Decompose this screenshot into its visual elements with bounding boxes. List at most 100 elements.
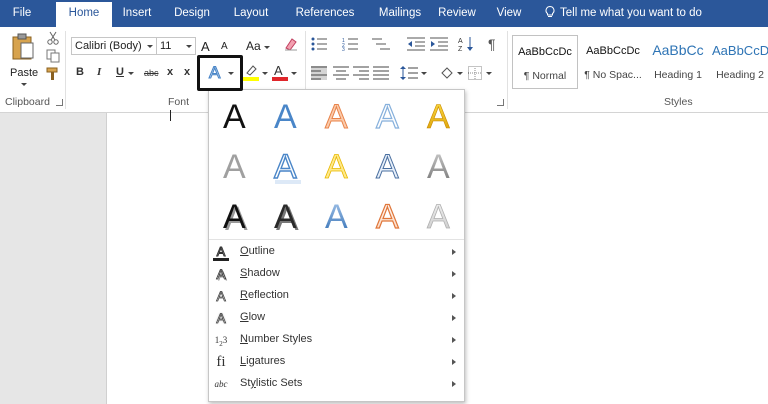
text-effect-option[interactable]: A [415, 140, 466, 190]
text-effect-option[interactable]: A [415, 90, 466, 140]
style-name: Heading 1 [654, 69, 702, 81]
shrink-font-button[interactable]: A [221, 41, 228, 52]
show-formatting-marks-icon[interactable]: ¶ [488, 36, 496, 52]
text-effect-option[interactable]: A [415, 190, 466, 240]
borders-icon[interactable] [468, 66, 482, 80]
font-color-icon[interactable]: A [272, 63, 288, 81]
highlight-color-icon[interactable] [243, 63, 259, 81]
tell-me-box[interactable]: Tell me what you want to do [545, 0, 702, 27]
submenu-arrow-icon [452, 381, 456, 387]
text-effect-option[interactable]: AA [211, 190, 262, 240]
font-family-value: Calibri (Body) [75, 40, 142, 52]
menu-item-reflection[interactable]: A Reflection [209, 285, 464, 307]
strikethrough-button[interactable]: abc [144, 68, 159, 78]
subscript-button[interactable]: x [167, 66, 173, 78]
lightbulb-icon [545, 6, 555, 17]
align-right-icon[interactable] [353, 66, 369, 80]
numbering-icon[interactable]: 123 [342, 37, 362, 51]
clear-formatting-icon[interactable] [283, 36, 299, 52]
menu-item-label: Shadow [240, 267, 280, 279]
menu-item-number-styles[interactable]: 123 Number Styles [209, 329, 464, 351]
submenu-arrow-icon [452, 359, 456, 365]
text-effect-option[interactable]: A [211, 140, 262, 190]
menu-item-stylistic-sets[interactable]: abc Stylistic Sets [209, 373, 464, 395]
text-effect-option[interactable]: A [364, 190, 415, 240]
align-center-icon[interactable] [333, 66, 349, 80]
svg-text:A: A [427, 198, 450, 233]
text-effect-option[interactable]: A [211, 90, 262, 140]
tab-home[interactable]: Home [56, 2, 112, 27]
tab-insert[interactable]: Insert [114, 0, 160, 27]
style-no-spacing[interactable]: AaBbCcDc ¶ No Spac... [580, 35, 646, 89]
paste-button[interactable]: Paste [6, 31, 40, 87]
menu-item-outline[interactable]: A Outline [209, 241, 464, 263]
paragraph-launcher-icon[interactable] [497, 99, 504, 106]
italic-button[interactable]: I [97, 66, 101, 78]
tell-me-text: Tell me what you want to do [560, 7, 702, 19]
menu-item-label: Reflection [240, 289, 289, 301]
ligatures-icon: fi [216, 354, 226, 370]
tab-view[interactable]: View [488, 0, 530, 27]
menu-item-label: Glow [240, 311, 266, 323]
tab-mailings[interactable]: Mailings [367, 0, 433, 27]
style-preview: AaBbCcDc [586, 45, 640, 57]
svg-text:A: A [325, 198, 348, 233]
grow-font-button[interactable]: A [201, 39, 210, 54]
format-painter-icon[interactable] [46, 67, 60, 81]
svg-text:A: A [376, 98, 399, 133]
menu-item-ligatures[interactable]: fi Ligatures [209, 351, 464, 373]
menu-item-label: Number Styles [240, 333, 313, 345]
line-spacing-icon[interactable] [400, 65, 418, 81]
group-separator [507, 31, 508, 109]
text-effect-option[interactable]: A [364, 140, 415, 190]
submenu-arrow-icon [452, 315, 456, 321]
underline-button[interactable]: U [116, 66, 124, 78]
tab-references[interactable]: References [283, 0, 367, 27]
tab-review[interactable]: Review [432, 0, 482, 27]
text-effect-option[interactable]: A [262, 90, 313, 140]
svg-text:A: A [223, 98, 246, 133]
menu-item-label: Outline [240, 245, 275, 257]
justify-icon[interactable] [373, 66, 389, 80]
text-effect-option[interactable]: A [364, 90, 415, 140]
svg-text:A: A [274, 98, 297, 133]
bullets-icon[interactable] [311, 37, 331, 51]
align-left-icon[interactable] [311, 66, 327, 80]
multilevel-list-icon[interactable] [372, 37, 392, 51]
svg-text:A: A [376, 198, 399, 233]
copy-icon[interactable] [46, 49, 60, 63]
change-case-dropdown-icon [264, 46, 270, 49]
increase-indent-icon[interactable] [430, 37, 448, 51]
decrease-indent-icon[interactable] [407, 37, 425, 51]
superscript-button[interactable]: x [184, 66, 190, 78]
text-effect-option[interactable]: A [313, 90, 364, 140]
text-effect-option[interactable]: A [313, 190, 364, 240]
svg-text:A: A [223, 148, 246, 183]
shading-icon[interactable] [439, 65, 455, 81]
bold-button[interactable]: B [76, 66, 84, 78]
sort-icon[interactable]: AZ [458, 36, 474, 52]
submenu-arrow-icon [452, 271, 456, 277]
style-heading-2[interactable]: AaBbCcD Heading 2 [712, 35, 768, 89]
highlight-annotation-box [197, 55, 243, 91]
tab-design[interactable]: Design [166, 0, 218, 27]
svg-text:A: A [458, 38, 463, 45]
change-case-button[interactable]: Aa [246, 39, 261, 53]
menu-item-shadow[interactable]: A Shadow [209, 263, 464, 285]
underline-dropdown-icon [128, 72, 134, 75]
cut-icon[interactable] [46, 31, 60, 45]
menu-item-glow[interactable]: A Glow [209, 307, 464, 329]
text-effect-option[interactable]: A [313, 140, 364, 190]
font-size-combo[interactable]: 11 [156, 37, 196, 55]
clipboard-launcher-icon[interactable] [56, 99, 63, 106]
tab-file[interactable]: File [0, 0, 44, 27]
font-group-label: Font [168, 96, 190, 108]
text-effect-option[interactable]: A [262, 140, 313, 190]
text-cursor [170, 110, 171, 121]
style-preview: AaBbCcDc [518, 46, 572, 58]
text-effect-option[interactable]: AA [262, 190, 313, 240]
style-heading-1[interactable]: AaBbCc Heading 1 [648, 35, 708, 89]
tab-layout[interactable]: Layout [225, 0, 277, 27]
style-normal[interactable]: AaBbCcDc ¶ Normal [512, 35, 578, 89]
font-family-combo[interactable]: Calibri (Body) [71, 37, 157, 55]
